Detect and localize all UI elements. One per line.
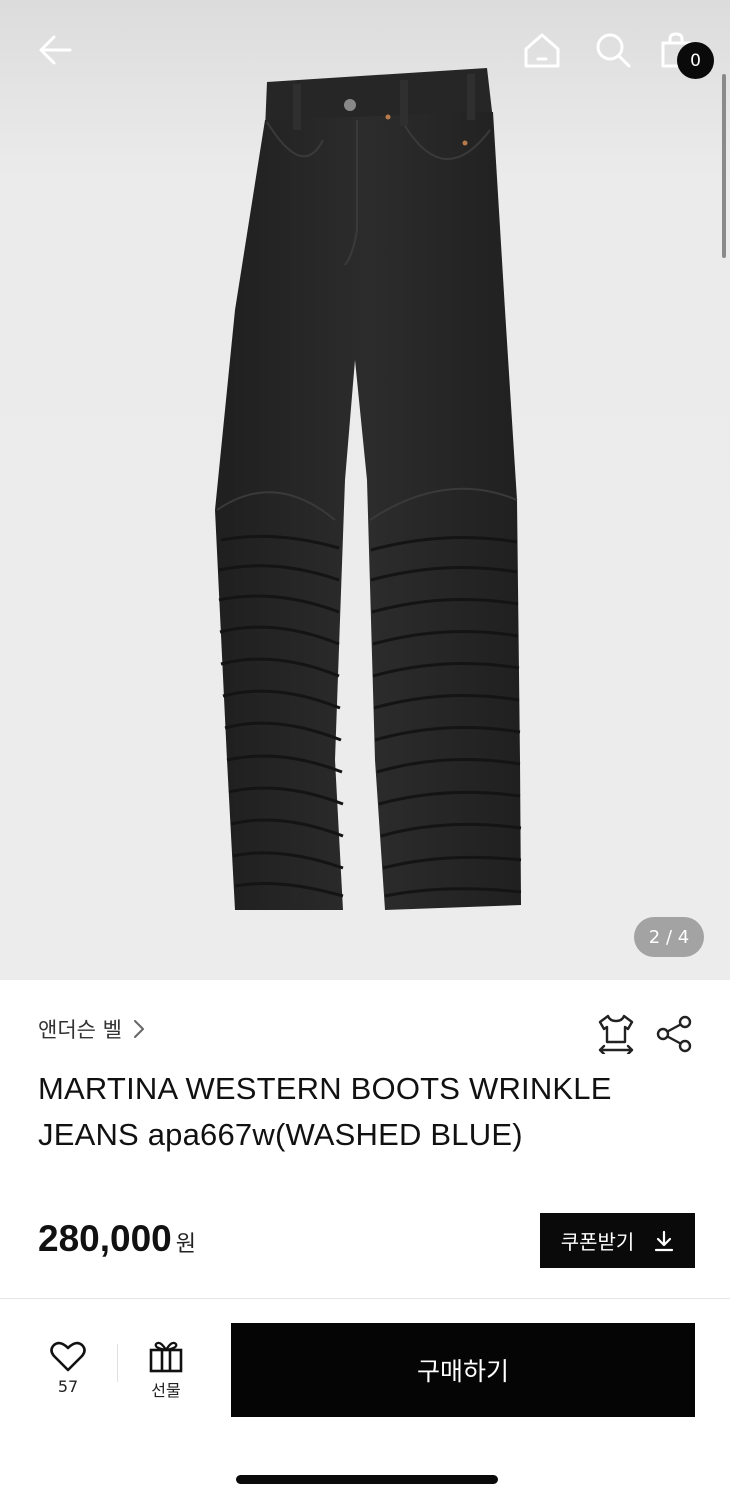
price: 280,000 원: [38, 1218, 196, 1260]
cart-count-badge: 0: [677, 42, 714, 79]
bottom-action-bar: 57 선물 구매하기: [0, 1299, 730, 1500]
share-button[interactable]: [654, 1014, 694, 1054]
price-unit: 원: [175, 1232, 196, 1257]
scrollbar[interactable]: [722, 74, 726, 258]
product-image-gallery[interactable]: 0 2 / 4: [0, 0, 730, 980]
coupon-label: 쿠폰받기: [560, 1230, 635, 1254]
gift-icon: [149, 1341, 183, 1373]
size-guide-button[interactable]: [596, 1012, 636, 1056]
heart-icon: [50, 1341, 86, 1372]
like-count: 57: [57, 1377, 79, 1396]
share-icon: [656, 1015, 692, 1053]
coupon-download-button[interactable]: 쿠폰받기: [540, 1213, 695, 1268]
product-title-line-1: MARTINA WESTERN BOOTS WRINKLE: [38, 1071, 612, 1106]
price-value: 280,000: [38, 1218, 172, 1259]
home-icon: [524, 33, 560, 68]
brand-name: 앤더슨 벨: [38, 1018, 122, 1042]
back-arrow-icon: [39, 35, 72, 65]
home-button[interactable]: [520, 30, 564, 70]
product-title: MARTINA WESTERN BOOTS WRINKLE JEANS apa6…: [38, 1066, 688, 1158]
back-button[interactable]: [34, 28, 78, 72]
product-title-line-2: JEANS apa667w(WASHED BLUE): [38, 1117, 523, 1152]
image-page-indicator: 2 / 4: [634, 917, 704, 957]
home-indicator: [236, 1475, 498, 1484]
search-button[interactable]: [592, 30, 634, 70]
gift-label: 선물: [151, 1381, 181, 1400]
download-icon: [655, 1230, 674, 1251]
brand-link[interactable]: 앤더슨 벨: [38, 1014, 146, 1044]
size-guide-icon: [598, 1014, 634, 1056]
like-button[interactable]: 57: [38, 1341, 98, 1405]
buy-button[interactable]: 구매하기: [231, 1323, 695, 1417]
top-navigation-bar: 0: [0, 0, 730, 100]
product-image: [215, 68, 522, 910]
separator: [117, 1344, 118, 1382]
gift-button[interactable]: 선물: [136, 1339, 196, 1405]
chevron-right-icon: [133, 1020, 144, 1038]
search-icon: [596, 33, 631, 68]
